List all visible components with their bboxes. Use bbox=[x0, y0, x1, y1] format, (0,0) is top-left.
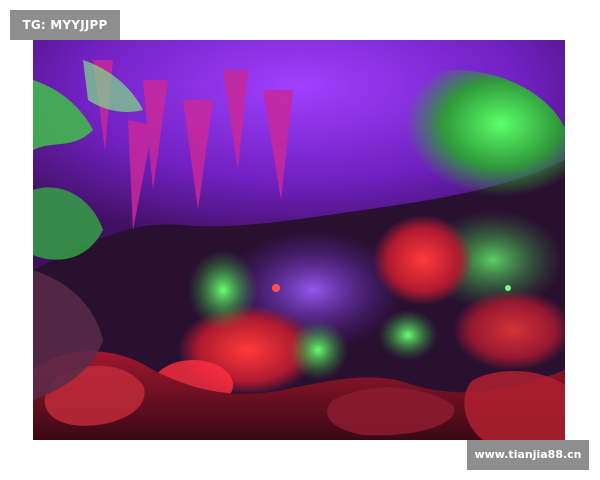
cave-illustration bbox=[33, 40, 565, 440]
green-light-center-left bbox=[188, 250, 258, 330]
red-light-right bbox=[373, 215, 473, 305]
cave-photo bbox=[33, 40, 565, 440]
light-dot-red bbox=[272, 284, 280, 292]
green-light-center bbox=[288, 320, 348, 380]
light-dot-green bbox=[505, 285, 511, 291]
page: TG: MYYJJPP www.tianjia88.cn bbox=[0, 0, 600, 480]
green-light-center-right bbox=[378, 310, 438, 360]
watermark-bottom-right: www.tianjia88.cn bbox=[467, 440, 589, 470]
floor-rock-right bbox=[464, 370, 565, 440]
watermark-top-left: TG: MYYJJPP bbox=[10, 10, 120, 40]
